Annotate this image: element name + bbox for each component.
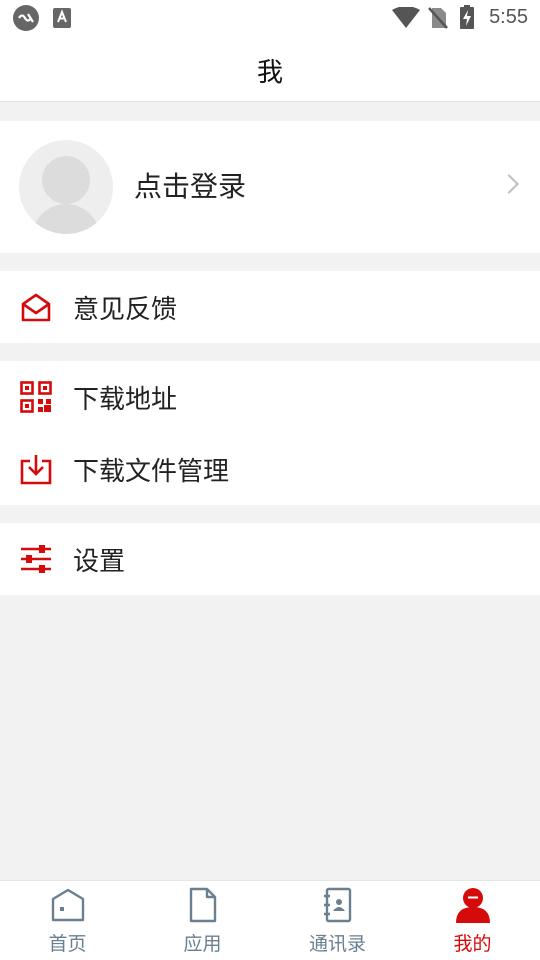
app-notification-icon [13,5,39,31]
menu-item-settings[interactable]: 设置 [0,523,540,595]
tab-contacts[interactable]: 通讯录 [270,881,405,960]
contacts-icon [324,887,352,923]
login-label: 点击登录 [134,170,247,203]
status-bar: 5:55 [0,0,540,36]
tab-label: 通讯录 [308,933,366,955]
chevron-right-icon [499,174,519,194]
avatar-head [42,156,90,204]
qr-code-icon [20,381,52,413]
menu-item-feedback[interactable]: 意见反馈 [0,271,540,343]
tab-label: 我的 [453,933,492,955]
wifi-icon [392,7,420,28]
app-bar: 我 [0,36,540,102]
no-sim-icon [428,7,448,29]
tab-home[interactable]: 首页 [0,881,135,960]
tab-label: 应用 [183,933,222,955]
tab-me[interactable]: 我的 [405,881,540,960]
envelope-icon [21,293,51,322]
menu-label-download-address: 下载地址 [73,385,178,415]
user-icon [456,888,490,923]
download-icon [20,455,52,485]
document-icon [189,887,217,923]
avatar [19,140,113,234]
tab-apps[interactable]: 应用 [135,881,270,960]
login-card[interactable]: 点击登录 [0,121,540,253]
tab-label: 首页 [48,933,87,955]
home-icon [51,888,85,922]
menu-label-feedback: 意见反馈 [73,295,178,325]
sliders-icon [21,545,51,573]
settings-section: 设置 [0,523,540,595]
bottom-tab-bar: 首页 应用 通讯录 我的 [0,880,540,960]
menu-item-download-manager[interactable]: 下载文件管理 [0,433,540,505]
clock: 5:55 [489,6,528,28]
menu-item-download-address[interactable]: 下载地址 [0,361,540,433]
avatar-body [32,204,100,234]
menu-label-download-manager: 下载文件管理 [73,457,230,487]
feedback-section: 意见反馈 [0,271,540,343]
page-title: 我 [256,58,283,88]
download-section: 下载地址 下载文件管理 [0,361,540,505]
text-notification-icon [53,8,71,28]
menu-label-settings: 设置 [73,547,126,577]
battery-charging-icon [460,5,474,29]
